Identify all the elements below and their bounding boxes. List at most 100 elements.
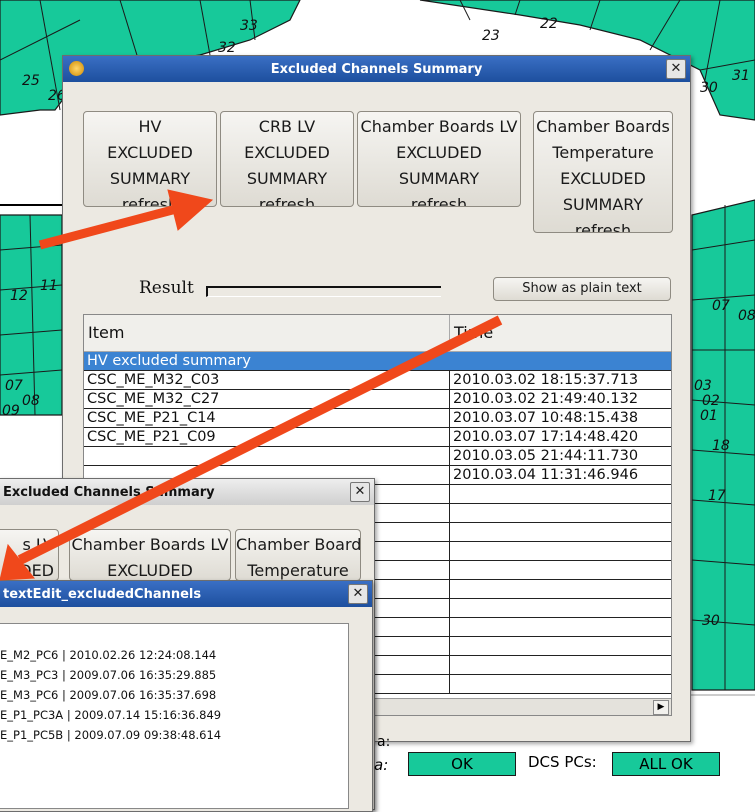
button-line: refresh: [574, 221, 632, 233]
close-icon[interactable]: ✕: [350, 482, 370, 502]
button-line: SUMMARY: [246, 169, 328, 188]
column-header-time[interactable]: Time: [450, 315, 671, 351]
cell-time: [450, 675, 671, 693]
text-line: E_M3_PC3 | 2009.07.06 16:35:29.885: [0, 668, 217, 682]
button-line: EXCLUDED: [560, 169, 646, 188]
cell-item: [84, 447, 450, 465]
cell-time: 2010.03.02 21:49:40.132: [453, 391, 639, 407]
button-line: refresh: [258, 195, 316, 207]
button-line: EXCLUDED: [244, 143, 330, 162]
column-header-item[interactable]: Item: [84, 315, 450, 351]
cell-time: [450, 618, 671, 636]
bg-label-1: 32: [218, 40, 236, 56]
button-line: UDED: [7, 561, 54, 580]
dialog-title: textEdit_excludedChannels: [3, 586, 202, 602]
bg-label-6: 30: [700, 80, 718, 96]
textedit-excluded-channels-dialog: textEdit_excludedChannels ✕ E_M2_PC6 | 2…: [0, 580, 373, 812]
bg-label-15: 03: [694, 378, 712, 394]
status-left-label-2: a:: [374, 756, 389, 774]
button-line: Temperature: [247, 561, 349, 580]
chamber-boards-lv-button-2[interactable]: Chamber Boards LV EXCLUDED: [69, 529, 231, 581]
text-edit-area[interactable]: E_M2_PC6 | 2010.02.26 12:24:08.144 E_M3_…: [0, 623, 349, 809]
cell-time: [450, 542, 671, 560]
cell-time: 2010.03.04 11:31:46.946: [453, 467, 639, 483]
bg-label-14: 08: [738, 308, 755, 324]
cell-time: [450, 352, 671, 370]
cell-item: CSC_ME_M32_C27: [84, 390, 450, 408]
cell-time: [450, 599, 671, 617]
button-line: EXCLUDED: [107, 561, 193, 580]
bg-label-9: 11: [40, 278, 58, 294]
chamber-boards-temperature-excluded-summary-button[interactable]: Chamber Boards Temperature EXCLUDED SUMM…: [533, 111, 673, 233]
crb-lv-excluded-summary-button[interactable]: CRB LV EXCLUDED SUMMARY refresh: [220, 111, 354, 207]
cell-time: [450, 656, 671, 674]
button-line: s LV: [22, 535, 54, 554]
button-line: EXCLUDED: [396, 143, 482, 162]
cell-time: [450, 504, 671, 522]
bg-label-11: 08: [22, 393, 40, 409]
cell-time: 2010.03.07 17:14:48.420: [453, 429, 639, 445]
table-row[interactable]: HV excluded summary: [84, 352, 671, 371]
button-line: CRB LV: [258, 117, 316, 136]
table-row[interactable]: CSC_ME_M32_C03 2010.03.02 18:15:37.713: [84, 371, 671, 390]
cell-item: CSC_ME_P21_C14: [84, 409, 450, 427]
text-line: E_M2_PC6 | 2010.02.26 12:24:08.144: [0, 648, 217, 662]
button-line: refresh: [410, 195, 468, 207]
chamber-boards-temperature-button-2[interactable]: Chamber Boards Temperature: [235, 529, 361, 581]
button-line: HV: [138, 117, 162, 136]
cell-item: CSC_ME_M32_C03: [84, 371, 450, 389]
table-header: Item Time: [84, 315, 671, 352]
close-icon[interactable]: ✕: [666, 59, 686, 79]
result-label: Result: [139, 278, 194, 298]
bg-label-0: 33: [240, 18, 258, 34]
button-line: EXCLUDED: [107, 143, 193, 162]
button-line: Chamber Boards: [536, 117, 670, 136]
bg-label-7: 31: [732, 68, 750, 84]
second-window-title: Excluded Channels Summary: [3, 484, 215, 500]
bg-label-2: 25: [22, 73, 40, 89]
button-line: Chamber Boards LV: [71, 535, 229, 554]
hv-excluded-summary-button[interactable]: HV EXCLUDED SUMMARY refresh: [83, 111, 217, 207]
dcs-pcs-label: DCS PCs:: [528, 753, 597, 771]
bg-label-20: 30: [702, 613, 720, 629]
bg-label-12: 09: [2, 403, 20, 419]
bg-label-4: 22: [540, 16, 558, 32]
cell-item: HV excluded summary: [84, 352, 450, 370]
second-title-bar: Excluded Channels Summary ✕: [0, 479, 374, 505]
text-line: E_M3_PC6 | 2009.07.06 16:35:37.698: [0, 688, 217, 702]
bg-label-16: 02: [702, 393, 720, 409]
button-line: SUMMARY: [562, 195, 644, 214]
table-row[interactable]: 2010.03.05 21:44:11.730: [84, 447, 671, 466]
cell-time: [450, 561, 671, 579]
cell-time: [450, 523, 671, 541]
bg-label-8: 12: [10, 288, 28, 304]
lv-excluded-button[interactable]: s LV UDED: [0, 529, 59, 581]
bg-label-18: 18: [712, 438, 730, 454]
scroll-right-icon[interactable]: ▶: [653, 700, 669, 715]
cell-time: 2010.03.05 21:44:11.730: [453, 448, 639, 464]
table-row[interactable]: CSC_ME_P21_C14 2010.03.07 10:48:15.438: [84, 409, 671, 428]
main-title-bar: Excluded Channels Summary ✕: [63, 56, 690, 82]
cell-time: 2010.03.07 10:48:15.438: [453, 410, 639, 426]
main-window-title: Excluded Channels Summary: [270, 61, 483, 77]
status-ok-indicator: OK: [408, 752, 516, 776]
button-line: refresh: [121, 195, 179, 207]
cell-time: 2010.03.02 18:15:37.713: [453, 372, 639, 388]
bg-label-19: 17: [708, 488, 726, 504]
button-line: SUMMARY: [109, 169, 191, 188]
chamber-boards-lv-excluded-summary-button[interactable]: Chamber Boards LV EXCLUDED SUMMARY refre…: [357, 111, 521, 207]
show-as-plain-text-button[interactable]: Show as plain text: [493, 277, 671, 301]
table-row[interactable]: CSC_ME_P21_C09 2010.03.07 17:14:48.420: [84, 428, 671, 447]
table-row[interactable]: CSC_ME_M32_C27 2010.03.02 21:49:40.132: [84, 390, 671, 409]
cell-time: [450, 485, 671, 503]
text-line: E_P1_PC3A | 2009.07.14 15:16:36.849: [0, 708, 222, 722]
result-progress-bar: [206, 286, 441, 297]
dcs-pcs-indicator: ALL OK: [612, 752, 720, 776]
button-line: SUMMARY: [398, 169, 480, 188]
cell-item: CSC_ME_P21_C09: [84, 428, 450, 446]
close-icon[interactable]: ✕: [348, 584, 368, 604]
bg-label-10: 07: [5, 378, 23, 394]
status-left-label: a:: [377, 734, 391, 750]
app-icon: [69, 61, 84, 76]
text-line: E_P1_PC5B | 2009.07.09 09:38:48.614: [0, 728, 222, 742]
